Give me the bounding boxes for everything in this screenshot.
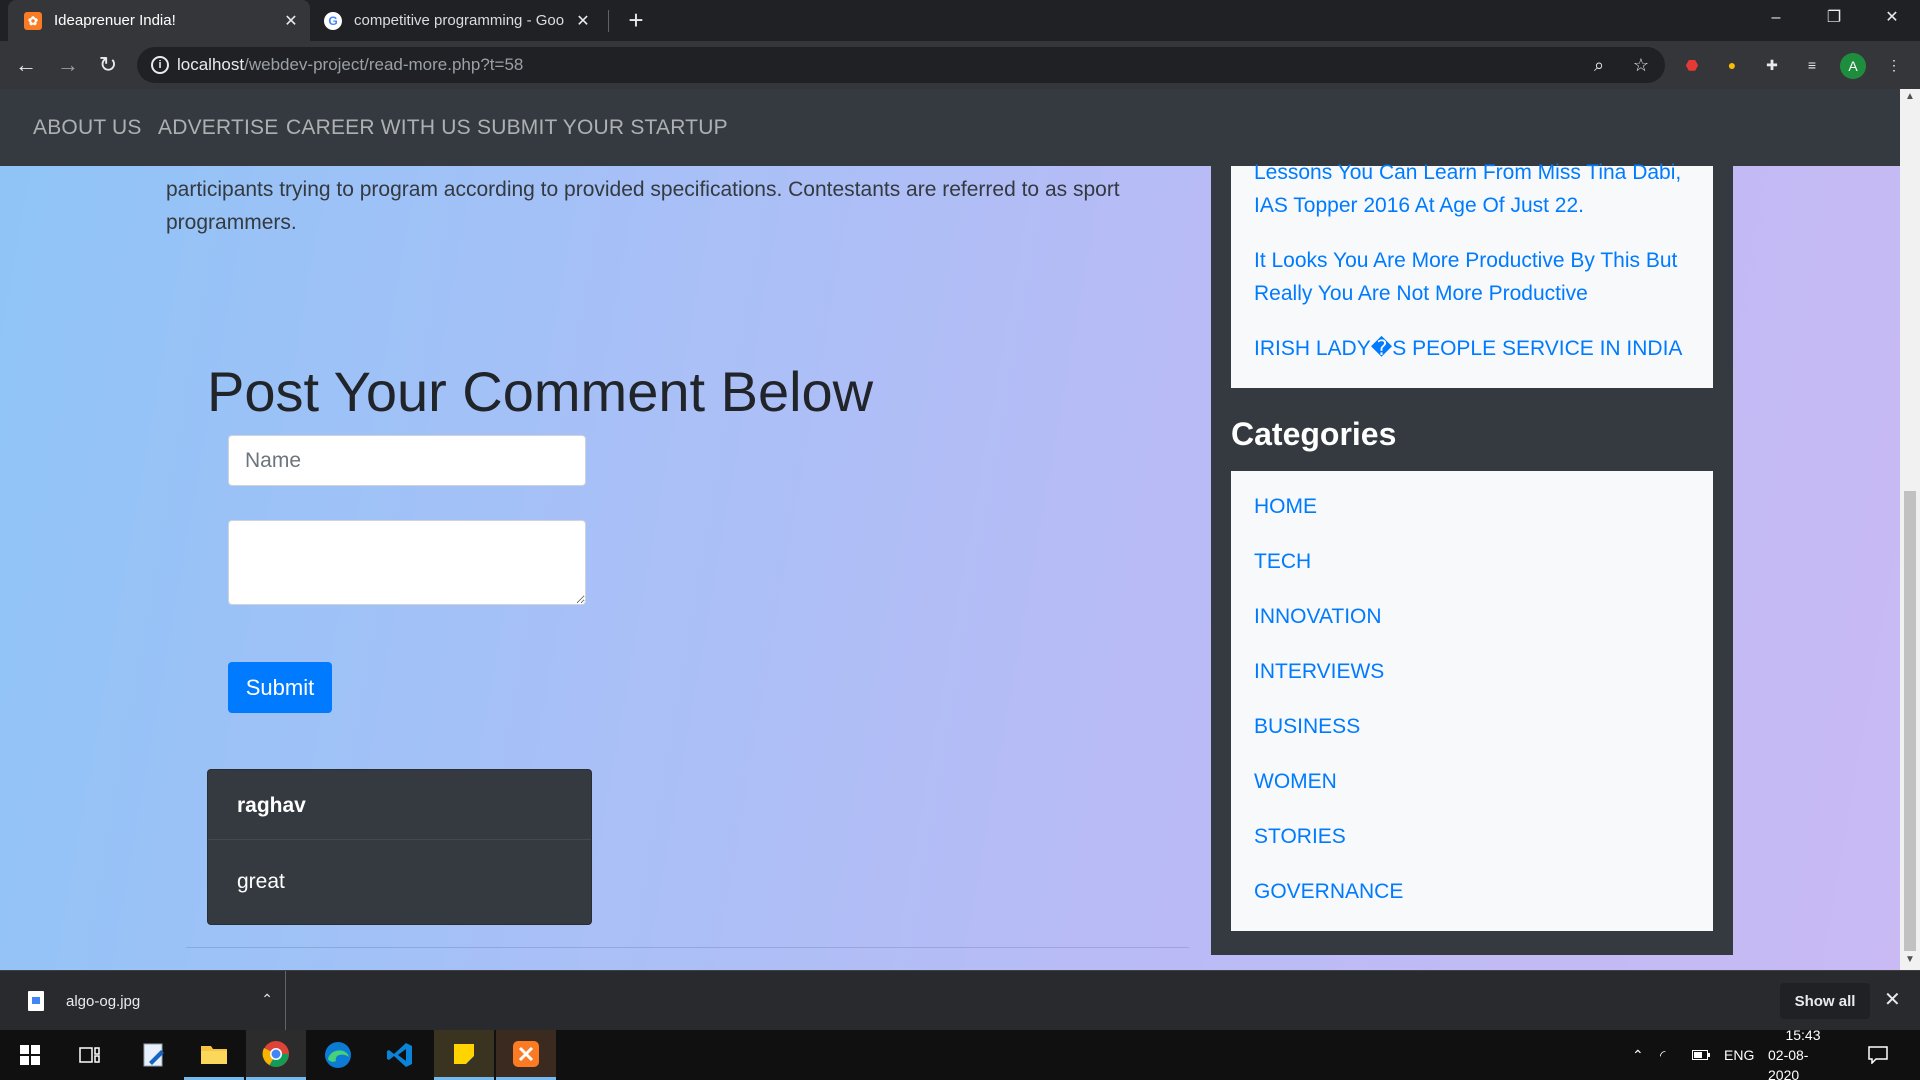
zoom-icon[interactable]: ⌕ xyxy=(1587,53,1611,77)
close-window-button[interactable]: ✕ xyxy=(1864,0,1920,36)
nav-about-us[interactable]: ABOUT US xyxy=(33,116,142,140)
sidebar: Lessons You Can Learn From Miss Tina Dab… xyxy=(1211,161,1733,955)
minimize-button[interactable]: – xyxy=(1748,0,1804,36)
category-tech[interactable]: TECH xyxy=(1254,550,1311,574)
language-indicator[interactable]: ENG xyxy=(1724,1030,1754,1080)
extensions-puzzle-icon[interactable]: ✚ xyxy=(1760,53,1784,77)
extension-icon[interactable]: ● xyxy=(1720,53,1744,77)
bookmark-star-icon[interactable]: ☆ xyxy=(1629,53,1653,77)
windows-start-icon[interactable] xyxy=(0,1030,60,1080)
downloads-bar: algo-og.jpg ⌃ Show all ✕ xyxy=(0,970,1920,1031)
submit-button[interactable]: Submit xyxy=(228,662,332,713)
category-innovation[interactable]: INNOVATION xyxy=(1254,605,1382,629)
adblock-extension-icon[interactable]: ⬣ xyxy=(1680,53,1704,77)
category-home[interactable]: HOME xyxy=(1254,495,1317,519)
page-scrollbar[interactable]: ▲ ▼ xyxy=(1900,89,1920,970)
restore-button[interactable]: ❐ xyxy=(1806,0,1862,36)
back-button[interactable]: ← xyxy=(12,51,40,79)
recent-posts-box: Lessons You Can Learn From Miss Tina Dab… xyxy=(1231,161,1713,388)
xampp-favicon-icon: ✿ xyxy=(24,11,42,30)
url-text[interactable]: localhost/webdev-project/read-more.php?t… xyxy=(177,55,523,75)
comment-heading: Post Your Comment Below xyxy=(207,360,874,423)
wifi-icon[interactable]: ◜ xyxy=(1660,1030,1665,1080)
task-view-icon[interactable] xyxy=(60,1030,120,1080)
category-stories[interactable]: STORIES xyxy=(1254,825,1346,849)
article-text: participants trying to program according… xyxy=(166,178,1120,234)
nav-submit-startup[interactable]: SUBMIT YOUR STARTUP xyxy=(477,116,728,140)
name-input[interactable] xyxy=(228,435,586,486)
category-governance[interactable]: GOVERNANCE xyxy=(1254,880,1403,904)
xampp-icon[interactable] xyxy=(496,1030,556,1080)
clock-time: 15:43 xyxy=(1785,1027,1821,1043)
vscode-icon[interactable] xyxy=(370,1030,430,1080)
windows-taskbar: ⌃ ◜ ENG 15:43 02-08-2020 xyxy=(0,1027,1920,1080)
category-interviews[interactable]: INTERVIEWS xyxy=(1254,660,1384,684)
show-hidden-icons[interactable]: ⌃ xyxy=(1632,1030,1644,1080)
nav-advertise[interactable]: ADVERTISE xyxy=(158,116,278,140)
comment-text: great xyxy=(237,870,285,893)
site-info-icon[interactable]: i xyxy=(151,56,169,74)
scroll-thumb[interactable] xyxy=(1904,491,1916,951)
show-all-button[interactable]: Show all xyxy=(1780,983,1870,1019)
address-bar[interactable]: i localhost/webdev-project/read-more.php… xyxy=(137,47,1665,83)
site-navbar: ABOUT US ADVERTISE CAREER WITH US SUBMIT… xyxy=(0,89,1900,166)
chevron-up-icon[interactable]: ⌃ xyxy=(261,991,273,1008)
notifications-icon[interactable] xyxy=(1868,1030,1888,1080)
menu-kebab-icon[interactable]: ⋮ xyxy=(1882,53,1906,77)
forward-button[interactable]: → xyxy=(54,51,82,79)
battery-icon[interactable] xyxy=(1692,1030,1710,1080)
edge-icon[interactable] xyxy=(308,1030,368,1080)
google-favicon-icon: G xyxy=(324,11,342,30)
tab-ideaprenuer[interactable]: ✿ Ideaprenuer India! ✕ xyxy=(8,0,310,41)
divider xyxy=(186,947,1189,948)
tab-title: competitive programming - Goo xyxy=(354,12,565,29)
browser-toolbar: ← → ↻ i localhost/webdev-project/read-mo… xyxy=(0,41,1920,89)
recent-post-link[interactable]: It Looks You Are More Productive By This… xyxy=(1254,244,1704,310)
file-explorer-icon[interactable] xyxy=(184,1030,244,1080)
tab-close-icon[interactable]: ✕ xyxy=(574,11,592,31)
category-business[interactable]: BUSINESS xyxy=(1254,715,1360,739)
categories-box: HOME TECH INNOVATION INTERVIEWS BUSINESS… xyxy=(1231,471,1713,931)
media-queue-icon[interactable]: ≡ xyxy=(1800,53,1824,77)
scroll-up-arrow-icon[interactable]: ▲ xyxy=(1900,91,1920,107)
tab-google-search[interactable]: G competitive programming - Goo ✕ xyxy=(312,0,602,41)
tab-title: Ideaprenuer India! xyxy=(54,12,176,29)
new-tab-button[interactable]: + xyxy=(624,6,648,34)
close-downloads-icon[interactable]: ✕ xyxy=(1884,987,1901,1012)
tab-close-icon[interactable]: ✕ xyxy=(282,11,300,31)
browser-tab-strip: ✿ Ideaprenuer India! ✕ G competitive pro… xyxy=(0,0,1920,41)
download-item[interactable]: algo-og.jpg ⌃ xyxy=(16,971,286,1031)
category-women[interactable]: WOMEN xyxy=(1254,770,1337,794)
clock-date: 02-08-2020 xyxy=(1768,1047,1809,1080)
comment-card: raghav great xyxy=(207,769,592,925)
tab-separator xyxy=(608,10,609,32)
recent-post-link[interactable]: IRISH LADY�S PEOPLE SERVICE IN INDIA xyxy=(1254,332,1704,365)
nav-career[interactable]: CAREER WITH US xyxy=(286,116,471,140)
sticky-notes-icon[interactable] xyxy=(434,1030,494,1080)
scroll-down-arrow-icon[interactable]: ▼ xyxy=(1900,954,1920,970)
reload-button[interactable]: ↻ xyxy=(94,51,122,79)
categories-title: Categories xyxy=(1231,416,1397,452)
chrome-icon[interactable] xyxy=(246,1030,306,1080)
editor-app-icon[interactable] xyxy=(124,1030,184,1080)
profile-avatar[interactable]: A xyxy=(1840,53,1866,79)
recent-post-link[interactable]: Lessons You Can Learn From Miss Tina Dab… xyxy=(1254,156,1704,222)
page-viewport: participants trying to program according… xyxy=(0,89,1900,970)
download-filename: algo-og.jpg xyxy=(66,992,141,1010)
comment-author: raghav xyxy=(208,770,591,840)
image-file-icon xyxy=(28,991,44,1011)
clock[interactable]: 15:43 02-08-2020 xyxy=(1768,1027,1838,1080)
comment-textarea[interactable] xyxy=(228,520,586,605)
